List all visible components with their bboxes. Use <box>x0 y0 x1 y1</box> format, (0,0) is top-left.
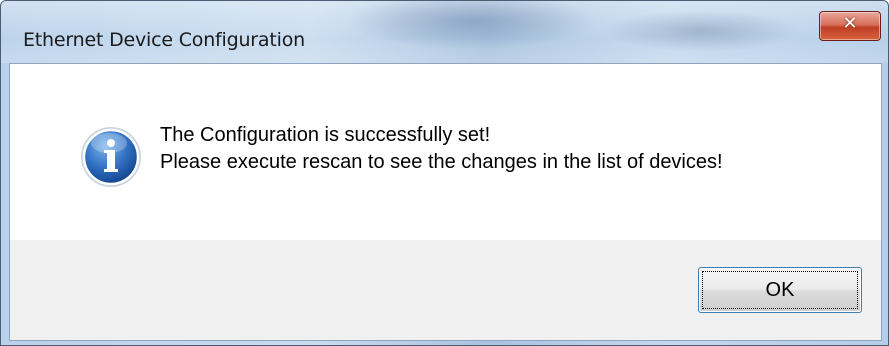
message-line-2: Please execute rescan to see the changes… <box>160 151 723 173</box>
close-icon: ✕ <box>842 13 858 34</box>
close-button[interactable]: ✕ <box>819 11 881 41</box>
message-area: The Configuration is successfully set! P… <box>10 64 881 240</box>
title-bar[interactable]: Ethernet Device Configuration ✕ <box>1 1 888 63</box>
dialog-client-area: The Configuration is successfully set! P… <box>9 63 882 341</box>
message-line-1: The Configuration is successfully set! <box>160 124 491 146</box>
window-title: Ethernet Device Configuration <box>23 29 305 51</box>
ok-button[interactable]: OK <box>698 267 862 313</box>
info-icon <box>81 127 141 187</box>
dialog-window: Ethernet Device Configuration ✕ The Conf… <box>0 0 889 346</box>
ok-button-label: OK <box>765 279 795 301</box>
